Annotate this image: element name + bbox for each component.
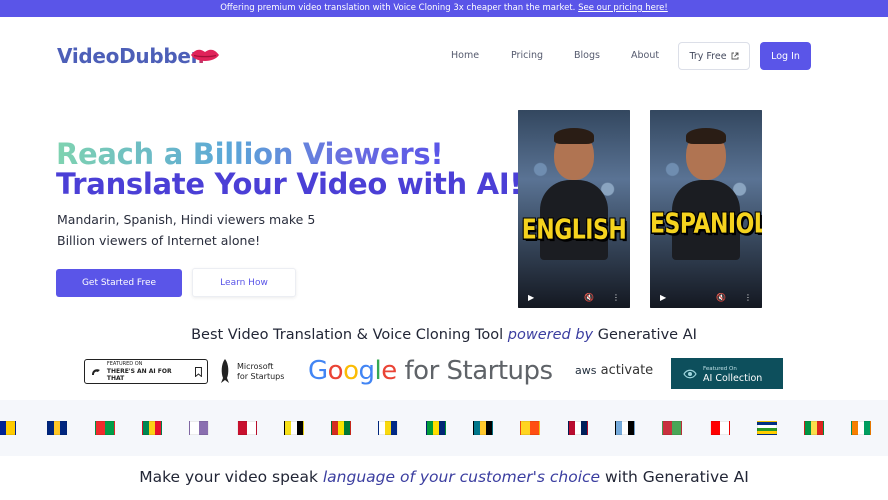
google-letter: o xyxy=(343,356,359,386)
google-letter: o xyxy=(327,356,344,386)
try-free-label: Try Free xyxy=(689,50,727,62)
video-controls: ▶ 🔇 ⋮ xyxy=(518,286,630,308)
flag-congo-icon xyxy=(804,421,825,435)
flag-burkina-faso-icon xyxy=(94,421,115,435)
aiforthat-text: THERE'S AN AI FOR THAT xyxy=(106,368,172,382)
activate-text: activate xyxy=(596,363,654,378)
promo-banner: Offering premium video translation with … xyxy=(0,0,888,17)
aws-text: aws xyxy=(575,364,597,377)
tagline-emph: powered by xyxy=(507,327,594,343)
play-icon[interactable]: ▶ xyxy=(528,293,534,302)
more-options-icon[interactable]: ⋮ xyxy=(612,293,620,302)
ai-collection-small-text: Featured On xyxy=(703,365,737,372)
heading-after: with Generative AI xyxy=(600,468,749,486)
google-for-startups-logo[interactable]: Google for Startups xyxy=(308,356,553,386)
promo-banner-text: Offering premium video translation with … xyxy=(220,3,579,13)
flag-bolivia-icon xyxy=(331,421,352,435)
external-link-icon xyxy=(731,52,739,60)
google-letter: e xyxy=(381,356,397,386)
nav-blogs-link[interactable]: Blogs xyxy=(574,50,600,61)
google-letter: G xyxy=(308,356,328,386)
video-controls: ▶ 🔇 ⋮ xyxy=(650,286,762,308)
bookmark-icon xyxy=(195,366,202,377)
video-caption: ESPANIOL xyxy=(650,208,762,241)
hero-subtext: Mandarin, Spanish, Hindi viewers make 5 … xyxy=(57,212,316,248)
flag-central-african-republic-icon xyxy=(756,421,777,435)
video-player-english[interactable]: ENGLISH ▶ 🔇 ⋮ xyxy=(518,110,630,308)
partner-logos: FEATURED ON THERE'S AN AI FOR THAT Micro… xyxy=(0,356,888,392)
logo-text: VideoDubber xyxy=(57,44,198,68)
video-caption: ENGLISH xyxy=(521,214,627,247)
flag-barbados-icon xyxy=(47,421,68,435)
get-started-button[interactable]: Get Started Free xyxy=(56,269,182,297)
flag-ivory-coast-icon xyxy=(851,421,872,435)
pricing-link[interactable]: See our pricing here! xyxy=(578,3,668,13)
flag-bahamas-icon xyxy=(473,421,493,435)
mute-icon[interactable]: 🔇 xyxy=(716,293,726,302)
play-icon[interactable]: ▶ xyxy=(660,293,666,302)
flag-brazil-icon xyxy=(425,421,446,435)
hero-headline: Translate Your Video with AI! xyxy=(56,167,523,201)
top-navigation: VideoDubber. Home Pricing Blogs About Tr… xyxy=(0,17,888,95)
heading-emph: language of your customer's choice xyxy=(322,468,601,486)
flag-norway-icon xyxy=(567,421,588,435)
aws-activate-logo[interactable]: aws activate xyxy=(575,363,653,378)
flag-bhutan-icon xyxy=(520,421,541,435)
eye-icon xyxy=(683,369,697,378)
flag-bonaire-icon xyxy=(378,421,399,435)
flag-botswana-icon xyxy=(614,421,635,435)
for-startups-text: for Startups xyxy=(396,356,554,386)
flag-bermuda-crest-icon xyxy=(189,421,210,435)
flag-benin-icon xyxy=(141,421,162,435)
more-options-icon[interactable]: ⋮ xyxy=(744,293,752,302)
ai-collection-text: AI Collection xyxy=(703,372,763,384)
microsoft-startups-logo[interactable]: Microsoft for Startups xyxy=(219,358,299,386)
section-heading: Make your video speak language of your c… xyxy=(0,468,888,486)
flag-belarus-icon xyxy=(662,421,683,435)
nav-about-link[interactable]: About xyxy=(631,50,659,61)
flag-brunei-icon xyxy=(283,421,304,435)
login-button[interactable]: Log In xyxy=(760,42,811,70)
ai-collection-badge[interactable]: Featured On AI Collection xyxy=(671,358,783,389)
tagline-after: Generative AI xyxy=(593,327,697,343)
presenter-hair xyxy=(686,128,726,144)
lips-icon xyxy=(191,49,219,61)
video-player-spanish[interactable]: ESPANIOL ▶ 🔇 ⋮ xyxy=(650,110,762,308)
rocket-icon xyxy=(221,359,229,383)
heading-before: Make your video speak xyxy=(139,468,323,486)
microsoft-label: Microsoft xyxy=(237,362,274,371)
try-free-button[interactable]: Try Free xyxy=(678,42,750,70)
nav-pricing-link[interactable]: Pricing xyxy=(511,50,543,61)
nav-home-link[interactable]: Home xyxy=(451,50,479,61)
aiforthat-badge[interactable]: FEATURED ON THERE'S AN AI FOR THAT xyxy=(84,359,208,384)
language-flags-strip xyxy=(0,400,888,456)
tagline: Best Video Translation & Voice Cloning T… xyxy=(0,327,888,343)
aiforthat-small-text: FEATURED ON xyxy=(106,361,143,367)
flag-bosnia-icon xyxy=(0,421,16,435)
presenter-hair xyxy=(554,128,594,144)
videodubber-logo[interactable]: VideoDubber. xyxy=(57,44,205,68)
for-startups-label: for Startups xyxy=(237,372,285,381)
flag-bermuda-icon xyxy=(236,421,257,435)
learn-how-button[interactable]: Learn How xyxy=(192,268,296,297)
google-letter: g xyxy=(358,356,376,386)
aiforthat-icon xyxy=(91,368,100,375)
flag-canada-icon xyxy=(709,421,730,435)
hero-headline-gradient: Reach a Billion Viewers! xyxy=(56,137,444,171)
tagline-before: Best Video Translation & Voice Cloning T… xyxy=(191,327,508,343)
mute-icon[interactable]: 🔇 xyxy=(584,293,594,302)
